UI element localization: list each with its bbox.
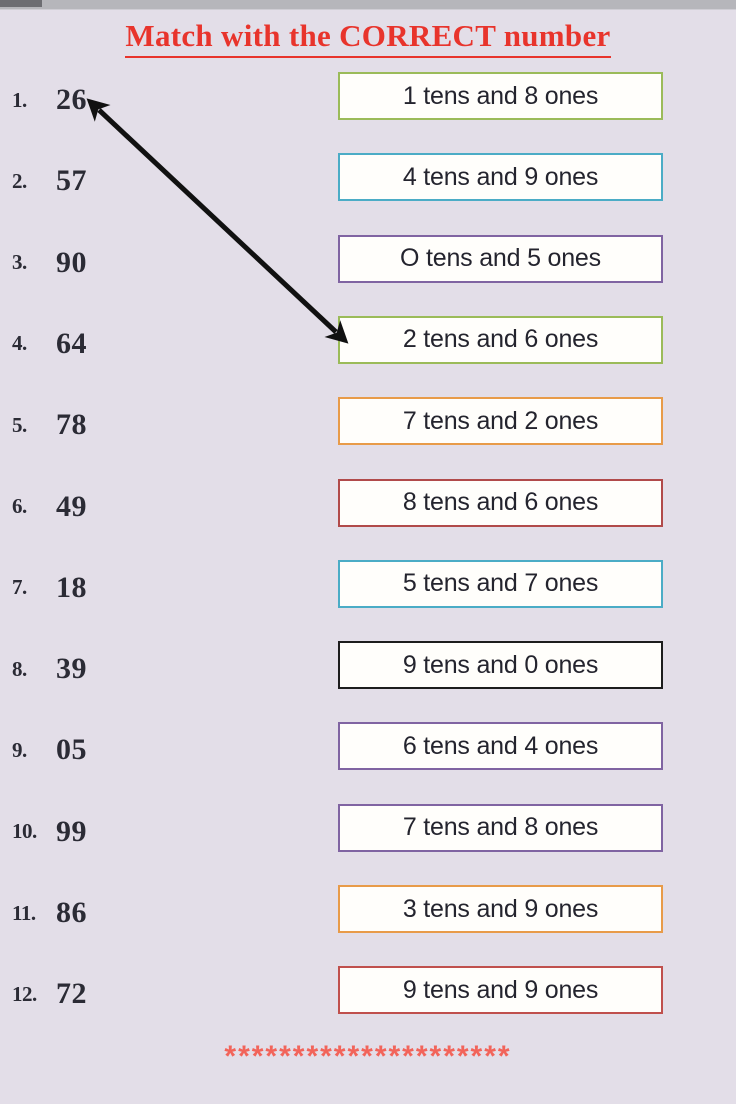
answer-box-label: 1 tens and 8 ones (402, 81, 599, 110)
answer-box[interactable]: 7 tens and 2 ones (338, 397, 663, 446)
answer-box[interactable]: 9 tens and 0 ones (338, 641, 663, 690)
answer-box[interactable]: 8 tens and 6 ones (338, 478, 663, 527)
answer-box-label: 3 tens and 9 ones (402, 894, 599, 923)
answer-box[interactable]: 1 tens and 8 ones (338, 72, 663, 120)
answer-box[interactable]: O tens and 5 ones (338, 234, 663, 283)
answer-box[interactable]: 9 tens and 9 ones (338, 966, 663, 1015)
answer-box[interactable]: 6 tens and 4 ones (338, 722, 663, 771)
answer-box[interactable]: 4 tens and 9 ones (338, 153, 663, 202)
answer-box[interactable]: 3 tens and 9 ones (338, 885, 663, 933)
answer-box-label: 8 tens and 6 ones (402, 488, 599, 516)
answer-box-label: 4 tens and 9 ones (402, 162, 599, 191)
answer-box[interactable]: 5 tens and 7 ones (338, 559, 663, 608)
star-divider: ********************* (224, 1040, 512, 1073)
answer-box-label: 7 tens and 8 ones (402, 813, 599, 842)
answer-box[interactable]: 2 tens and 6 ones (338, 315, 663, 364)
answer-box[interactable]: 7 tens and 8 ones (338, 803, 663, 852)
answer-box-label: O tens and 5 ones (400, 244, 601, 273)
answer-box-label: 2 tens and 6 ones (402, 325, 599, 354)
answer-column: 1 tens and 8 ones 4 tens and 9 ones O tens… (0, 0, 736, 1104)
answer-box-label: 6 tens and 4 ones (402, 731, 599, 760)
answer-box-label: 9 tens and 0 ones (402, 650, 599, 679)
answer-box-label: 7 tens and 2 ones (402, 406, 599, 435)
answer-box-label: 9 tens and 9 ones (402, 975, 599, 1004)
worksheet-page: Match with the CORRECT number 1. 26 2. 57 3.… (0, 0, 736, 1104)
answer-box-label: 5 tens and 7 ones (402, 569, 599, 598)
